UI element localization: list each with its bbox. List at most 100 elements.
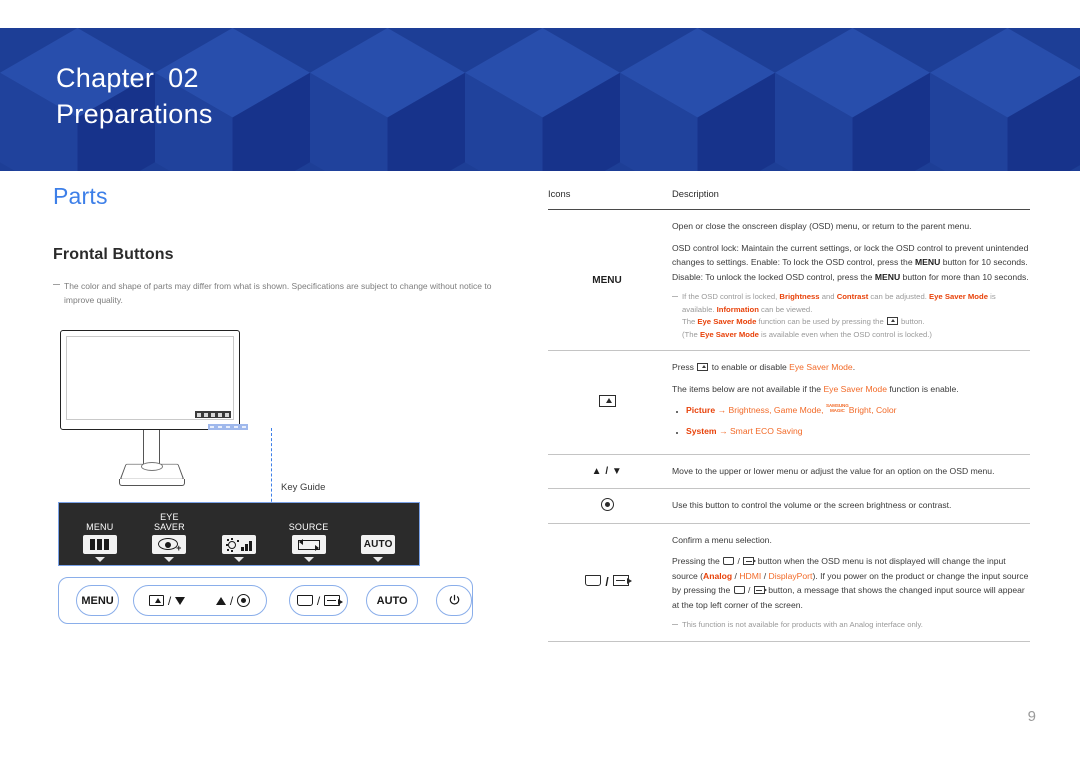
monitor-body-icon xyxy=(60,330,240,430)
desc-paragraph: Use this button to control the volume or… xyxy=(672,500,952,511)
source-icon xyxy=(291,535,326,554)
column-header-icons: Icons xyxy=(548,188,672,210)
text-span: button. xyxy=(898,317,925,326)
triangle-down-icon xyxy=(175,596,186,605)
text-span: If the OSD control is locked, xyxy=(682,292,780,301)
up-dot-button[interactable]: / xyxy=(200,594,266,608)
page-number: 9 xyxy=(1027,708,1036,725)
desc-paragraph: Open or close the onscreen display (OSD)… xyxy=(672,221,972,231)
display-icon xyxy=(723,557,735,565)
display-icon xyxy=(733,586,745,594)
table-row: Press to enable or disable Eye Saver Mod… xyxy=(548,350,1030,455)
desc-bullet-list: Picture → Brightness, Game Mode, SAMSUNG… xyxy=(672,403,1030,438)
enter-icon xyxy=(148,595,164,606)
chapter-header-banner: Chapter 02 Preparations xyxy=(0,28,1080,171)
row-icon-menu: MENU xyxy=(548,209,672,351)
table-header-row: Icons Description xyxy=(548,188,1030,210)
key-guide-item-brightness[interactable] xyxy=(207,522,271,562)
frontal-buttons-heading: Frontal Buttons xyxy=(53,246,174,263)
row-icon-enter xyxy=(548,350,672,455)
menu-bars-icon xyxy=(82,535,117,554)
separator-slash: / xyxy=(229,593,234,608)
caret-down-icon xyxy=(373,557,384,562)
row-icon-up-down: ▲ / ▼ xyxy=(548,454,672,489)
power-button[interactable] xyxy=(436,585,472,616)
table-row: MENU Open or close the onscreen display … xyxy=(548,209,1030,351)
desc-paragraph: Press to enable or disable Eye Saver Mod… xyxy=(672,360,1030,375)
source-button[interactable]: / xyxy=(289,585,349,616)
highlight-information: Information xyxy=(716,304,759,314)
enter-down-button[interactable]: / xyxy=(134,594,200,608)
text-span: button for more than 10 seconds. xyxy=(900,271,1029,282)
enter-icon xyxy=(598,395,616,407)
auto-button[interactable]: AUTO xyxy=(366,585,419,616)
row-icon-display-source: / xyxy=(548,523,672,642)
triangle-up-icon xyxy=(215,596,226,605)
left-content-column: Parts Frontal Buttons The color and shap… xyxy=(53,183,523,307)
dot-icon xyxy=(237,594,251,607)
desc-subnote: This function is not available for produ… xyxy=(672,619,1030,632)
key-guide-highlight-icon xyxy=(208,424,248,430)
menu-button[interactable]: MENU xyxy=(76,585,120,616)
source-icon xyxy=(753,586,767,594)
separator-slash: / xyxy=(167,593,172,608)
key-guide-item-auto[interactable]: AUTO xyxy=(346,522,410,562)
text-span: The xyxy=(682,317,698,326)
monitor-illustration: Key Guide xyxy=(53,330,353,532)
list-item: System → Smart ECO Saving xyxy=(686,424,1030,438)
key-guide-label: Key Guide xyxy=(281,482,326,493)
page-title: Chapter 02 Preparations xyxy=(56,60,213,132)
text-span: Pressing the xyxy=(672,556,723,566)
auto-icon: AUTO xyxy=(361,535,396,554)
menu-keyword: MENU xyxy=(915,257,941,267)
highlight-eye-saver-mode: Eye Saver Mode xyxy=(823,383,887,394)
menu-keyword: MENU xyxy=(874,271,901,282)
display-icon xyxy=(585,575,602,586)
arrow-glyph: → xyxy=(716,426,730,436)
key-guide-label-brightness xyxy=(207,522,271,533)
text-span: Brightness, Game Mode, xyxy=(728,405,826,415)
key-guide-label-eye-saver: EYE SAVER xyxy=(153,512,185,532)
desc-paragraph: Pressing the / button when the OSD menu … xyxy=(672,554,1030,612)
key-guide-item-menu[interactable]: MENU xyxy=(68,522,132,562)
nav-buttons-group[interactable]: / / xyxy=(133,585,268,616)
eye-saver-icon: + xyxy=(152,535,187,554)
key-guide-item-source[interactable]: SOURCE xyxy=(277,522,341,562)
key-guide-item-eye-saver[interactable]: EYE SAVER + xyxy=(137,512,201,562)
text-span: Press xyxy=(672,362,697,372)
text-span: . xyxy=(852,362,856,372)
text-span: to enable or disable xyxy=(709,362,790,372)
magic-bottom: MAGIC xyxy=(829,408,845,413)
text-span: Smart ECO Saving xyxy=(729,426,803,436)
desc-paragraph: OSD control lock: Maintain the current s… xyxy=(672,241,1030,285)
row-description-up-down: Move to the upper or lower menu or adjus… xyxy=(672,454,1030,489)
caret-down-icon xyxy=(303,557,314,562)
table-row: ▲ / ▼ Move to the upper or lower menu or… xyxy=(548,454,1030,489)
text-span: Bright, Color xyxy=(848,405,897,415)
separator-slash: / xyxy=(745,585,753,595)
text-span: function is enable. xyxy=(886,383,959,394)
row-description-enter: Press to enable or disable Eye Saver Mod… xyxy=(672,350,1030,455)
chapter-number: 02 xyxy=(168,63,199,93)
highlight-picture: Picture xyxy=(686,405,716,415)
brightness-volume-icon xyxy=(221,535,256,554)
desc-subnote: If the OSD control is locked, Brightness… xyxy=(672,291,1030,341)
frontal-buttons-row: MENU / / / AUTO xyxy=(58,577,473,624)
text-span: and xyxy=(819,292,837,301)
separator-slash: / xyxy=(605,575,609,589)
highlight-analog: Analog xyxy=(703,570,733,581)
source-icon xyxy=(612,575,632,586)
separator-slash: / xyxy=(735,556,743,566)
key-guide-label-source: SOURCE xyxy=(288,522,329,532)
row-icon-dot xyxy=(548,488,672,524)
highlight-eye-saver-mode: Eye Saver Mode xyxy=(699,329,759,339)
key-guide-label-menu: MENU xyxy=(86,522,114,532)
disclaimer-note: The color and shape of parts may differ … xyxy=(53,279,523,307)
highlight-hdmi: HDMI xyxy=(739,570,762,581)
row-description-dot: Use this button to control the volume or… xyxy=(672,488,1030,524)
key-guide-bar: MENU EYE SAVER + SOURCE AUTO xyxy=(58,502,420,566)
text-span: can be adjusted. xyxy=(868,292,929,301)
separator-slash: / xyxy=(316,593,321,608)
desc-paragraph: The items below are not available if the… xyxy=(672,382,1030,397)
chapter-label: Chapter xyxy=(56,63,155,93)
